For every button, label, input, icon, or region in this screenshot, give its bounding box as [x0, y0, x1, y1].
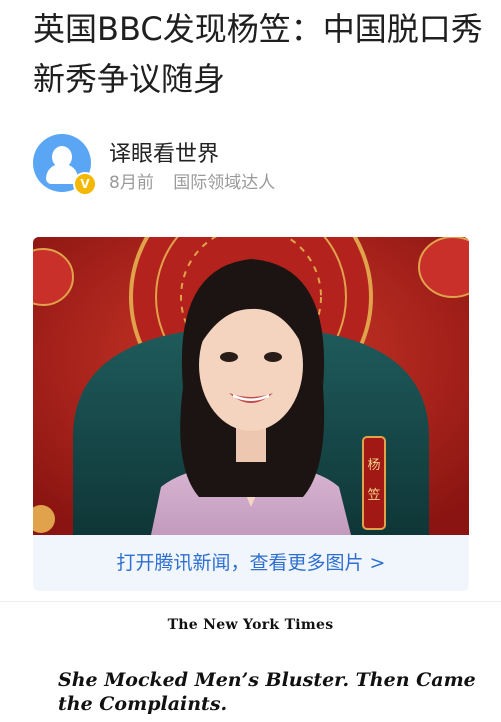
photo-illustration — [33, 237, 469, 535]
author-tag: 国际领域达人 — [173, 173, 276, 193]
name-plate-char: 杨 — [367, 458, 381, 473]
nyt-masthead: The New York Times — [167, 617, 334, 633]
author-row[interactable]: V 译眼看世界 8月前 国际领域达人 — [33, 132, 473, 196]
article-title: 英国BBC发现杨笠：中国脱口秀新秀争议随身 — [33, 10, 483, 98]
user-avatar-icon[interactable]: V — [33, 134, 97, 196]
article-photo[interactable]: 杨 笠 — [33, 237, 469, 535]
nyt-headline: She Mocked Men’s Bluster. Then Came the … — [58, 669, 476, 715]
name-plate: 杨 笠 — [363, 451, 385, 511]
divider — [0, 601, 501, 602]
verified-badge-icon: V — [73, 172, 97, 196]
author-meta: 8月前 国际领域达人 — [109, 168, 275, 193]
publish-time: 8月前 — [109, 173, 154, 193]
author-name[interactable]: 译眼看世界 — [109, 136, 219, 168]
name-plate-char: 笠 — [367, 488, 381, 503]
open-app-button[interactable]: 打开腾讯新闻，查看更多图片 > — [33, 535, 469, 591]
